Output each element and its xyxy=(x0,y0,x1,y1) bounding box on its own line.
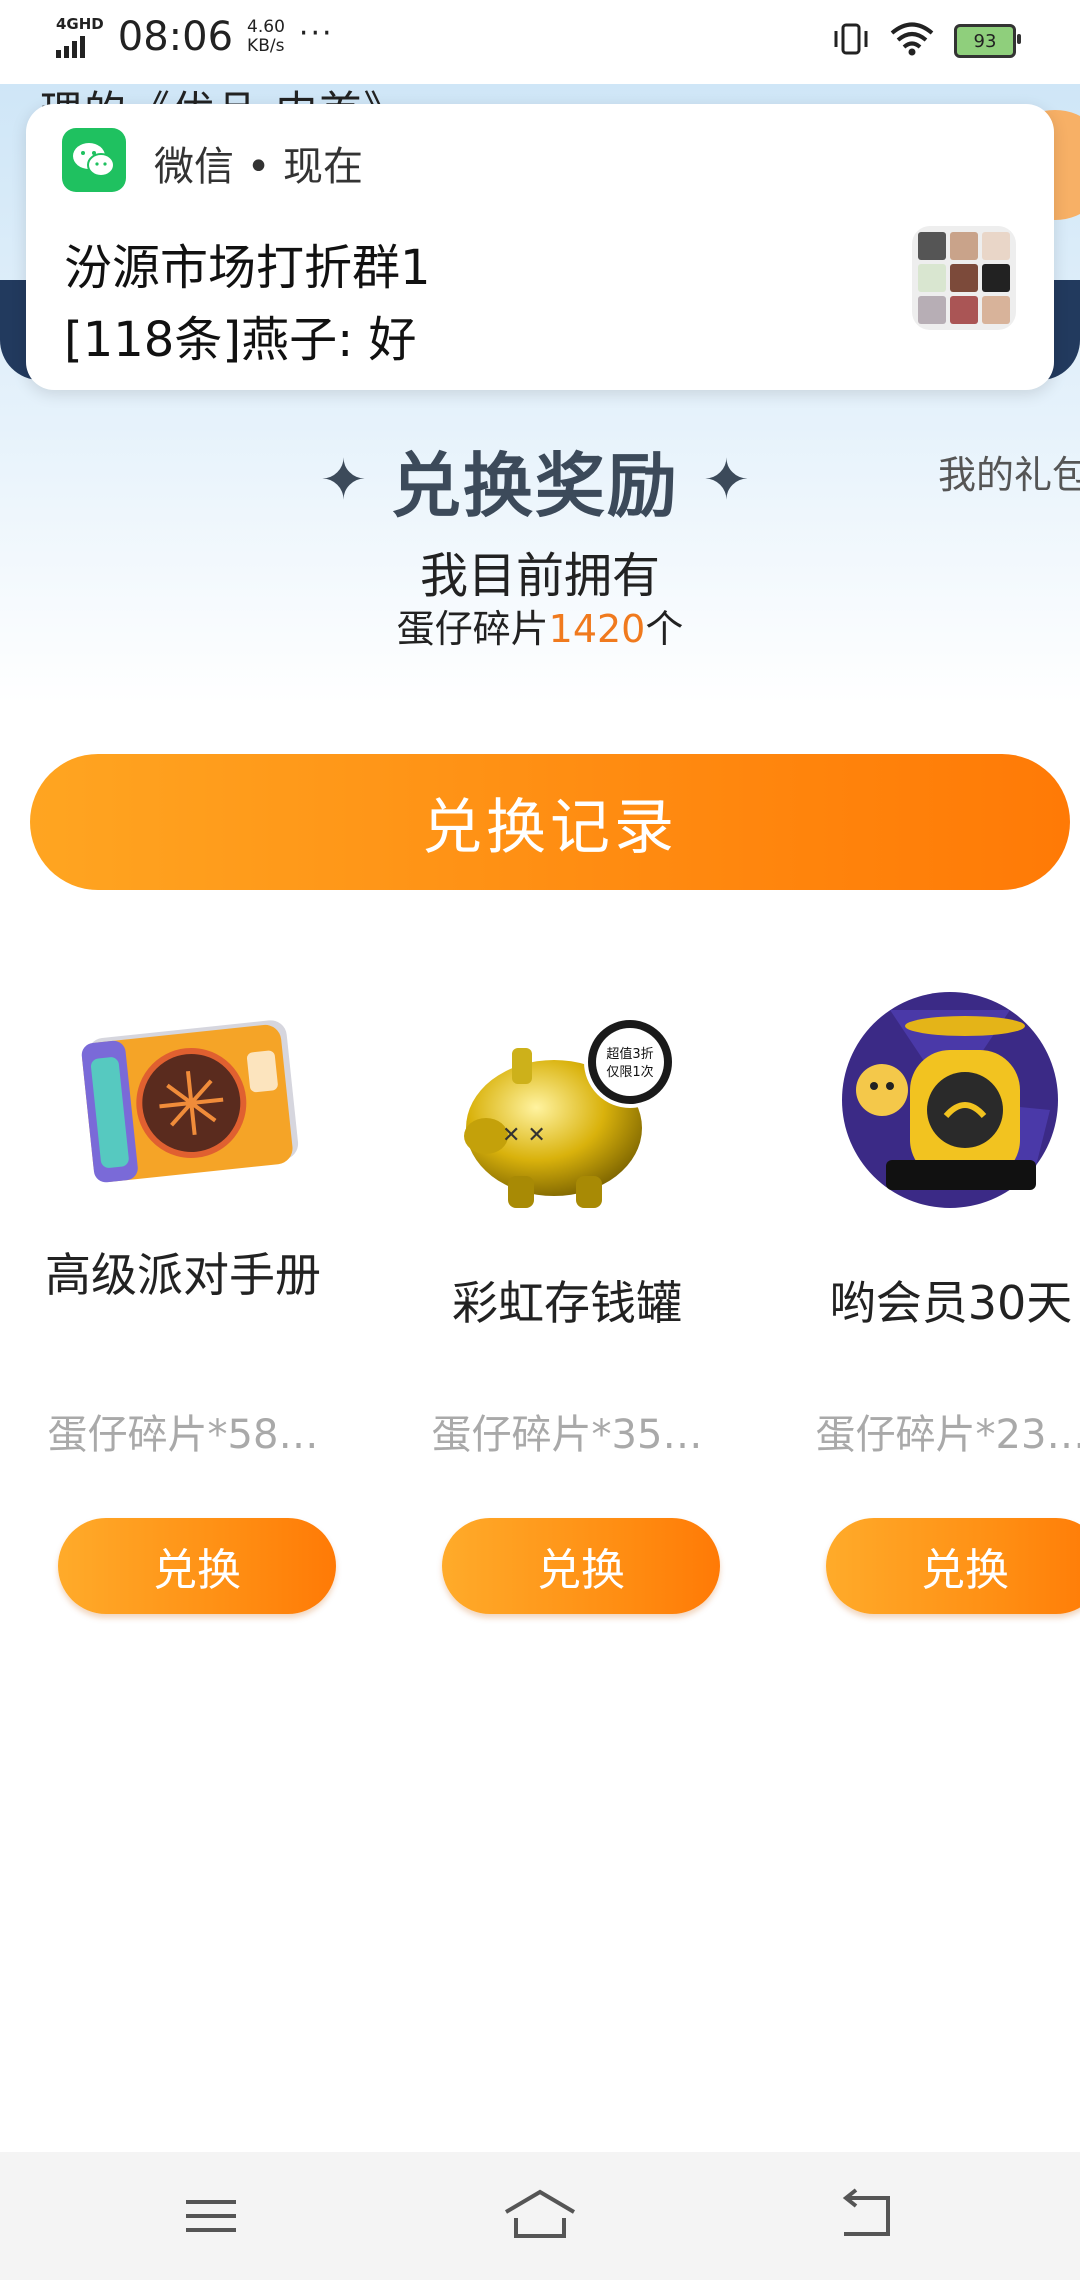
svg-text:✕ ✕: ✕ ✕ xyxy=(502,1123,546,1148)
battery-level: 93 xyxy=(973,30,997,52)
battery-icon: 93 xyxy=(954,24,1021,58)
badge-line-2: 仅限1次 xyxy=(606,1064,653,1080)
sparkle-icon: ✦ xyxy=(702,448,750,513)
own-label: 我目前拥有 xyxy=(419,548,660,604)
exchange-button[interactable]: 兑换 xyxy=(58,1518,336,1614)
item-cost: 蛋仔碎片*23… xyxy=(815,1412,1080,1458)
my-gifts-link[interactable]: 我的礼包 xyxy=(938,444,1080,499)
cellular-signal-icon: 4GHD xyxy=(56,16,104,58)
item-name: 彩虹存钱罐 xyxy=(452,1276,682,1330)
own-suffix: 个 xyxy=(645,607,684,651)
notification-time: 现在 xyxy=(283,144,364,190)
network-speed-value: 4.60 xyxy=(247,17,285,37)
piggy-bank-icon: ✕ ✕ 超值3折 仅限1次 xyxy=(446,990,686,1230)
exchange-title: ✦ 兑换奖励 ✦ xyxy=(320,430,750,531)
network-speed: 4.60 KB/s xyxy=(247,18,285,56)
notification-message: [118条]燕子: 好 xyxy=(64,312,417,368)
network-speed-unit: KB/s xyxy=(247,36,285,56)
item-name: 高级派对手册 xyxy=(45,1248,321,1302)
system-nav-bar xyxy=(0,2152,1080,2280)
wechat-icon xyxy=(62,128,126,192)
item-cost: 蛋仔碎片*35… xyxy=(431,1412,703,1458)
vibrate-icon xyxy=(832,22,870,60)
item-cost: 蛋仔碎片*58… xyxy=(47,1412,319,1458)
menu-icon[interactable] xyxy=(176,2188,246,2244)
item-name: 哟会员30天 xyxy=(829,1276,1073,1330)
own-fragments: 蛋仔碎片1420个 xyxy=(0,598,1080,653)
network-type: 4GHD xyxy=(56,15,104,33)
group-avatar xyxy=(912,226,1016,330)
back-icon[interactable] xyxy=(834,2188,904,2244)
party-handbook-icon xyxy=(62,990,302,1230)
status-bar: 4GHD 08:06 4.60 KB/s ··· 93 xyxy=(0,0,1080,84)
notification-title: 汾源市场打折群1 xyxy=(64,240,431,296)
exchange-button[interactable]: 兑换 xyxy=(826,1518,1080,1614)
notification-app-name: 微信 xyxy=(154,144,234,190)
wechat-notification[interactable]: 微信 • 现在 汾源市场打折群1 [118条]燕子: 好 xyxy=(26,104,1054,390)
own-count: 1420 xyxy=(548,607,646,651)
home-icon[interactable] xyxy=(502,2188,576,2244)
notification-app-line: 微信 • 现在 xyxy=(154,134,363,192)
notification-separator: • xyxy=(246,144,271,190)
membership-icon xyxy=(830,990,1070,1230)
exchange-button[interactable]: 兑换 xyxy=(442,1518,720,1614)
exchange-records-button[interactable]: 兑换记录 xyxy=(30,754,1070,890)
clock: 08:06 xyxy=(117,14,234,60)
sparkle-icon: ✦ xyxy=(320,448,367,513)
wifi-icon xyxy=(890,22,934,60)
own-prefix: 蛋仔碎片 xyxy=(396,607,549,651)
badge-line-1: 超值3折 xyxy=(606,1046,653,1062)
more-notifications-icon: ··· xyxy=(298,15,334,51)
exchange-title-text: 兑换奖励 xyxy=(390,445,679,527)
